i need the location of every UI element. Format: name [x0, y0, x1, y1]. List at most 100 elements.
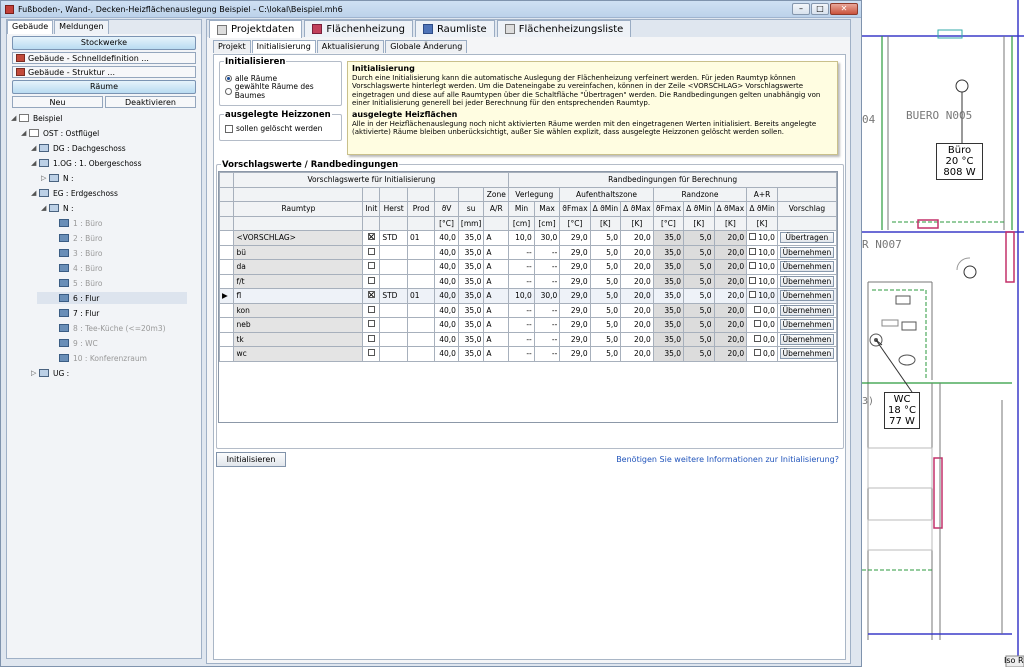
cell-max[interactable]: -- — [533, 346, 561, 362]
neu-button[interactable]: Neu — [12, 96, 103, 108]
cell-min[interactable]: 10,0 — [508, 288, 535, 304]
init-checkbox[interactable] — [367, 320, 375, 328]
cell-min[interactable]: -- — [508, 331, 535, 347]
cell-tv[interactable]: 40,0 — [434, 331, 459, 347]
expander-icon[interactable]: ◢ — [11, 114, 19, 122]
tab-gebaeude[interactable]: Gebäude — [7, 20, 54, 34]
cell-zar[interactable]: A — [483, 273, 510, 289]
cell-vorschlag[interactable]: Übernehmen — [776, 259, 837, 275]
cell-rdmin[interactable]: 5,0 — [683, 346, 715, 362]
cell-rfmax[interactable]: 35,0 — [652, 302, 685, 318]
cell-raumtyp[interactable]: f/t — [233, 273, 364, 289]
cell-herst[interactable]: STD — [379, 288, 408, 304]
uebernehmen-button[interactable]: Übernehmen — [779, 290, 834, 302]
cell-init[interactable] — [362, 302, 381, 318]
cell-su[interactable]: 35,0 — [457, 331, 485, 347]
cell-zar[interactable]: A — [483, 259, 510, 275]
tree-node-room[interactable]: 10 : Konferenzraum — [59, 352, 147, 364]
cell-su[interactable]: 35,0 — [457, 244, 485, 260]
cell-admin[interactable]: 5,0 — [589, 346, 622, 362]
cell-init[interactable] — [362, 331, 381, 347]
expander-icon[interactable]: ▷ — [41, 174, 49, 182]
cell-admin[interactable]: 5,0 — [589, 230, 622, 246]
cell-herst[interactable] — [379, 317, 408, 333]
init-checkbox[interactable] — [367, 291, 375, 299]
cell-afmax[interactable]: 29,0 — [559, 346, 591, 362]
cell-ar[interactable]: 0,0 — [746, 317, 778, 333]
minimize-button[interactable]: – — [792, 3, 810, 15]
cell-rdmin[interactable]: 5,0 — [683, 331, 715, 347]
cell-rdmin[interactable]: 5,0 — [683, 302, 715, 318]
tree-node-room-selected[interactable]: 6 : Flur — [37, 292, 187, 304]
iso-button[interactable]: Iso — [1004, 656, 1015, 665]
tree-node[interactable]: ◢ 1.OG : 1. Obergeschoss — [31, 157, 142, 169]
cell-rdmin[interactable]: 5,0 — [683, 244, 715, 260]
cell-admin[interactable]: 5,0 — [589, 331, 622, 347]
cell-rdmax[interactable]: 20,0 — [713, 302, 748, 318]
cell-ar[interactable]: 10,0 — [746, 244, 778, 260]
raeume-button[interactable]: Räume — [12, 80, 196, 94]
cell-max[interactable]: 30,0 — [533, 230, 561, 246]
cell-admax[interactable]: 20,0 — [620, 331, 654, 347]
cell-admax[interactable]: 20,0 — [620, 259, 654, 275]
stockwerke-button[interactable]: Stockwerke — [12, 36, 196, 50]
cell-init[interactable] — [362, 259, 381, 275]
cell-zar[interactable]: A — [483, 302, 510, 318]
cell-admax[interactable]: 20,0 — [620, 317, 654, 333]
uebernehmen-button[interactable]: Übernehmen — [779, 275, 834, 287]
cell-su[interactable]: 35,0 — [457, 259, 485, 275]
cell-prod[interactable] — [406, 317, 436, 333]
cell-su[interactable]: 35,0 — [457, 302, 485, 318]
cell-su[interactable]: 35,0 — [457, 346, 485, 362]
init-checkbox[interactable] — [367, 349, 375, 357]
expander-icon[interactable]: ◢ — [31, 144, 39, 152]
expander-icon[interactable]: ◢ — [31, 189, 39, 197]
cell-afmax[interactable]: 29,0 — [559, 244, 591, 260]
expander-icon[interactable]: ◢ — [31, 159, 39, 167]
cell-raumtyp[interactable]: wc — [233, 346, 364, 362]
cell-vorschlag[interactable]: Übernehmen — [776, 317, 837, 333]
cell-vorschlag[interactable]: Übernehmen — [776, 346, 837, 362]
cell-max[interactable]: -- — [533, 317, 561, 333]
expander-icon[interactable]: ◢ — [41, 204, 49, 212]
tree-node-room[interactable]: 1 : Büro — [59, 217, 102, 229]
grid-row[interactable]: bü 40,0 35,0 A -- -- 29,0 5,0 20,0 35,0 5,0 20,0 10,… — [219, 244, 837, 260]
struktur-button[interactable]: Gebäude - Struktur ... — [12, 66, 196, 78]
cell-tv[interactable]: 40,0 — [434, 288, 459, 304]
cell-prod[interactable] — [406, 244, 436, 260]
cell-admin[interactable]: 5,0 — [589, 273, 622, 289]
subtab-initialisierung[interactable]: Initialisierung — [251, 40, 316, 53]
cell-afmax[interactable]: 29,0 — [559, 273, 591, 289]
init-checkbox[interactable] — [367, 233, 375, 241]
schnelldefinition-button[interactable]: Gebäude - Schnelldefinition ... — [12, 52, 196, 64]
cell-max[interactable]: -- — [533, 302, 561, 318]
cell-raumtyp[interactable]: neb — [233, 317, 364, 333]
initialisieren-button[interactable]: Initialisieren — [216, 452, 286, 467]
cell-herst[interactable] — [379, 259, 408, 275]
cell-vorschlag[interactable]: Übertragen — [776, 230, 837, 246]
close-button[interactable]: ✕ — [830, 3, 858, 15]
uebernehmen-button[interactable]: Übernehmen — [779, 246, 834, 258]
ar-checkbox[interactable] — [749, 262, 757, 270]
cell-afmax[interactable]: 29,0 — [559, 230, 591, 246]
cell-admax[interactable]: 20,0 — [620, 230, 654, 246]
cell-tv[interactable]: 40,0 — [434, 317, 459, 333]
cell-min[interactable]: 10,0 — [508, 230, 535, 246]
subtab-projekt[interactable]: Projekt — [213, 40, 251, 53]
grid-row[interactable]: tk 40,0 35,0 A -- -- 29,0 5,0 20,0 35,0 5,0 20,0 0,0… — [219, 331, 837, 347]
cell-rfmax[interactable]: 35,0 — [652, 288, 685, 304]
cell-ar[interactable]: 10,0 — [746, 230, 778, 246]
cell-rdmin[interactable]: 5,0 — [683, 288, 715, 304]
cell-init[interactable] — [362, 230, 381, 246]
grid-row[interactable]: da 40,0 35,0 A -- -- 29,0 5,0 20,0 35,0 5,0 20,0 10,… — [219, 259, 837, 275]
grid-row[interactable]: kon 40,0 35,0 A -- -- 29,0 5,0 20,0 35,0 5,0 20,0 0,… — [219, 302, 837, 318]
grid-row[interactable]: <VORSCHLAG> STD 01 40,0 35,0 A 10,0 30,0 29,0 5,0… — [219, 230, 837, 246]
cell-init[interactable] — [362, 288, 381, 304]
cell-prod[interactable]: 01 — [406, 288, 436, 304]
cell-herst[interactable] — [379, 331, 408, 347]
cell-prod[interactable] — [406, 259, 436, 275]
cell-tv[interactable]: 40,0 — [434, 273, 459, 289]
cell-admax[interactable]: 20,0 — [620, 244, 654, 260]
cad-floorplan[interactable]: BUERO N005 04 R N007 3) Büro 20 °C 808 W… — [862, 0, 1024, 667]
uebernehmen-button[interactable]: Übernehmen — [779, 333, 834, 345]
